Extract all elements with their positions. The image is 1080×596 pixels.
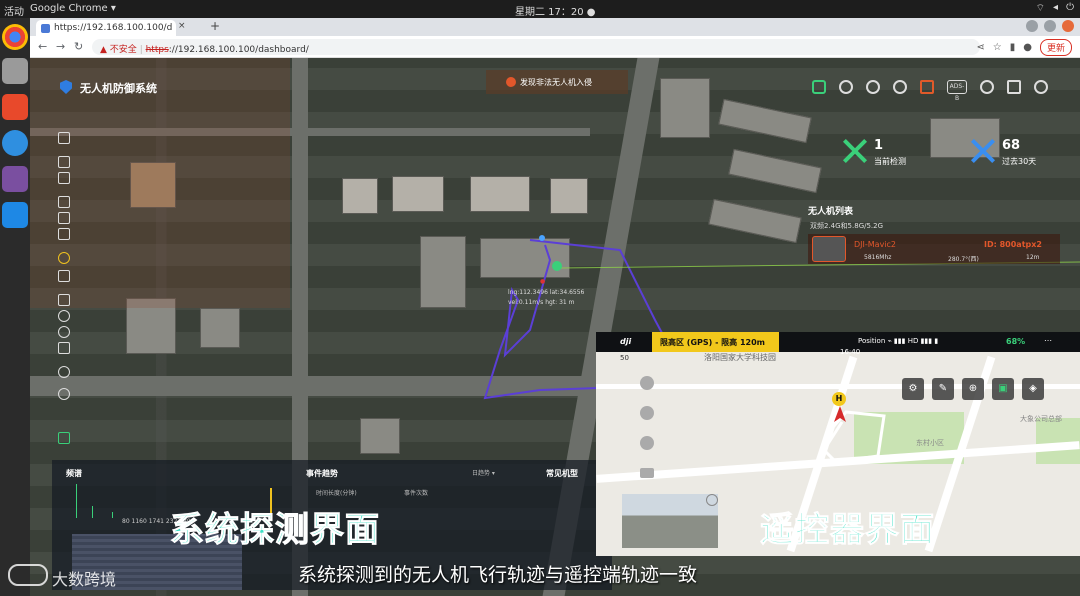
rc-menu-icon[interactable]: [640, 468, 654, 478]
spectrum-bar: [92, 506, 93, 518]
rc-status-bar: dji 限高区 (GPS) - 限高 120m Position ⌁ ▮▮▮ H…: [596, 332, 1080, 352]
rc-campus-label: 洛阳国家大学科技园: [704, 353, 776, 362]
swap-view-icon[interactable]: [706, 494, 718, 506]
adsb-button[interactable]: ADS-B: [947, 80, 967, 102]
takeoff-icon[interactable]: [640, 376, 654, 390]
rc-company-label: 大象公司总部: [1020, 415, 1062, 423]
user-icon[interactable]: [1034, 80, 1048, 94]
video-subtitle: 系统探测到的无人机飞行轨迹与遥控端轨迹一致: [298, 564, 698, 586]
rectangle-icon[interactable]: [58, 294, 70, 306]
settings-icon[interactable]: ⚙: [902, 378, 924, 400]
flight-mode[interactable]: 限高区 (GPS) - 限高 120m: [652, 332, 779, 352]
map-icon[interactable]: [866, 80, 880, 94]
rc-flight-track: [822, 410, 886, 464]
eraser-rc-icon[interactable]: ✎: [932, 378, 954, 400]
alert-text: 发现非法无人机入侵: [520, 78, 592, 87]
zoom-in-icon[interactable]: [58, 156, 70, 168]
bell-icon[interactable]: [980, 80, 994, 94]
polygon-icon[interactable]: [58, 310, 70, 322]
drone-marker-icon: [552, 261, 562, 271]
circle-icon[interactable]: [58, 326, 70, 338]
zoom-out-icon[interactable]: [58, 172, 70, 184]
import-icon[interactable]: [58, 196, 70, 208]
drone-mode-icon[interactable]: [812, 80, 826, 94]
common-models-title: 常见机型: [546, 469, 578, 478]
drone-center-icon[interactable]: ▣: [992, 378, 1014, 400]
uav-direction: 280.7°(西): [948, 256, 979, 263]
home-point-icon: H: [832, 392, 846, 406]
target-icon[interactable]: [58, 388, 70, 400]
drone-red-label: ●: [540, 278, 546, 285]
rc-scale: 50: [620, 354, 629, 362]
spectrum-title: 频谱: [66, 469, 82, 478]
detected-drone-icon: [840, 136, 870, 166]
radar-icon[interactable]: [839, 80, 853, 94]
alert-icon: [506, 77, 516, 87]
current-label: 当前检测: [874, 157, 906, 166]
watermark-logo-icon: [8, 564, 48, 586]
rc-time: 16:40: [840, 348, 861, 356]
export-icon[interactable]: [1007, 80, 1021, 94]
layers-tool-icon[interactable]: [58, 132, 70, 144]
undo-icon[interactable]: [58, 366, 70, 378]
return-home-icon[interactable]: [640, 406, 654, 420]
past30-count: 68: [1002, 138, 1021, 153]
eraser-icon[interactable]: [58, 342, 70, 354]
shield-icon: [60, 80, 72, 94]
uav-name: DJI-Mavic2: [854, 240, 897, 249]
pen-icon[interactable]: [58, 270, 70, 282]
rc-park-label: 东村小区: [916, 439, 944, 447]
top-toolbar: ADS-B: [812, 80, 1048, 102]
layers-icon[interactable]: ◈: [1022, 378, 1044, 400]
battery-level: 68%: [1006, 337, 1026, 346]
caption-system-view: 系统探测界面: [170, 510, 380, 551]
uav-list-item[interactable]: DJI-Mavic2 ID: 800atpx2 5816Mhz 280.7°(西…: [808, 234, 1060, 264]
past30-label: 过去30天: [1002, 157, 1037, 166]
location-icon[interactable]: [58, 252, 70, 264]
uav-distance: 12m: [1026, 254, 1040, 261]
uav-thumbnail: [812, 236, 846, 262]
uav-list-subtitle: 双频2.4G和5.8G/5.2G: [810, 222, 884, 230]
locate-icon[interactable]: ⊕: [962, 378, 984, 400]
coord-line1: lng:112.3496 lat:34.6556: [508, 289, 585, 296]
export-tool-icon[interactable]: [58, 212, 70, 224]
history-drone-icon: [968, 136, 998, 166]
current-count: 1: [874, 138, 884, 153]
uav-frequency: 5816Mhz: [864, 254, 892, 261]
intrusion-alert[interactable]: 发现非法无人机入侵: [486, 70, 628, 94]
app-header: 无人机防御系统: [30, 66, 230, 106]
drone-coordinates: lng:112.3496 lat:34.6556 vel:0.11m/s hgt…: [508, 288, 584, 308]
rc-status-text: Position ⌁ ▮▮▮ HD ▮▮▮ ▮: [858, 337, 939, 345]
more-icon[interactable]: ⋯: [1044, 336, 1052, 345]
app-title: 无人机防御系统: [80, 82, 157, 95]
period-select[interactable]: 日趋势 ▾: [472, 468, 495, 477]
operator-marker-icon: [539, 235, 545, 241]
watermark-text: 大数跨境: [52, 570, 117, 589]
eye-icon[interactable]: [893, 80, 907, 94]
speaker-icon[interactable]: [920, 80, 934, 94]
legend-count: 事件次数: [404, 490, 429, 497]
dji-logo: dji: [620, 337, 632, 346]
legend-duration: 时间长度(分钟): [316, 490, 357, 497]
coord-line2: vel:0.11m/s hgt: 31 m: [508, 299, 575, 306]
chart-toggle-icon[interactable]: [58, 432, 70, 444]
uav-list-title: 无人机列表: [808, 207, 854, 217]
caption-rc-view: 遥控器界面: [760, 510, 935, 551]
waypoint-icon[interactable]: [640, 436, 654, 450]
camera-preview[interactable]: [622, 494, 718, 548]
delete-icon[interactable]: [58, 228, 70, 240]
uav-id: ID: 800atpx2: [984, 240, 1042, 249]
event-trend-title: 事件趋势: [306, 469, 338, 478]
spectrum-bar: [112, 512, 113, 518]
spectrum-bar: [76, 484, 77, 518]
